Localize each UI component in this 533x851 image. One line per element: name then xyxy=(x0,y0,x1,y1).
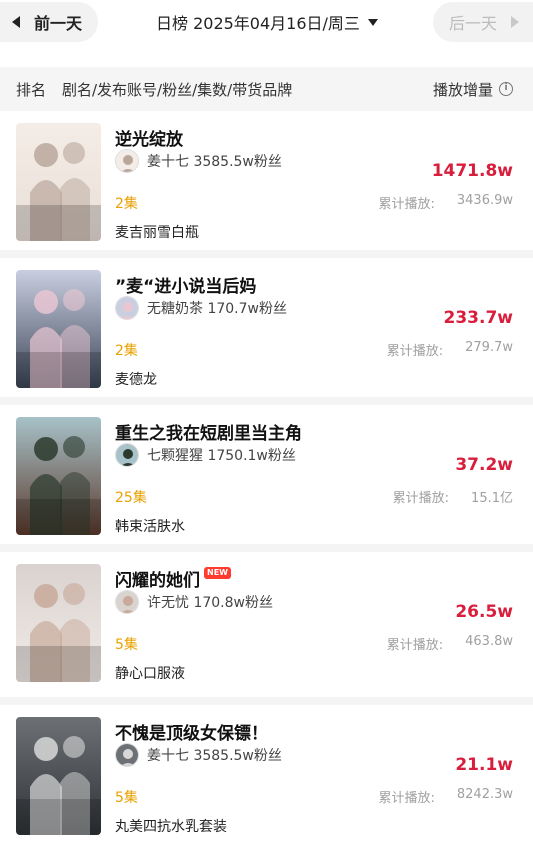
drama-poster[interactable] xyxy=(16,564,101,682)
account-name-followers: 无糖奶茶 170.7w粉丝 xyxy=(147,301,287,317)
cumulative-label: 累计播放: xyxy=(392,491,450,506)
account-row[interactable]: 姜十七 3585.5w粉丝 xyxy=(115,743,282,767)
right-arrow-icon xyxy=(511,16,520,28)
account-row[interactable]: 七颗猩猩 1750.1w粉丝 xyxy=(115,443,296,467)
dropdown-caret-icon xyxy=(367,18,378,26)
account-name-followers: 许无忧 170.8w粉丝 xyxy=(147,595,273,611)
new-badge: NEW xyxy=(204,566,231,579)
cumulative-label: 累计播放: xyxy=(386,344,444,359)
episode-count: 2集 xyxy=(115,196,138,212)
cumulative-value: 15.1亿 xyxy=(471,491,513,506)
ranking-card[interactable]: 不愧是顶级女保镖！ 姜十七 3585.5w粉丝 5集 丸美四抗水乳套装 21.1… xyxy=(0,705,533,845)
cumulative-plays: 累计播放: 3436.9w xyxy=(378,193,513,212)
drama-title[interactable]: 重生之我在短剧里当主角 xyxy=(115,419,302,444)
account-avatar[interactable] xyxy=(115,590,139,614)
drama-title[interactable]: 闪耀的她们 xyxy=(115,566,200,591)
prev-day-button[interactable]: 前一天 xyxy=(0,2,98,42)
prev-day-label: 前一天 xyxy=(34,14,83,33)
card-separator xyxy=(0,544,533,552)
brand-name: 韩束活肤水 xyxy=(115,519,185,535)
cumulative-value: 8242.3w xyxy=(456,787,513,802)
account-avatar[interactable] xyxy=(115,743,139,767)
date-nav-bar: 前一天 日榜 2025年04月16日/周三 后一天 xyxy=(0,0,533,48)
cumulative-value: 463.8w xyxy=(465,634,513,649)
next-day-button[interactable]: 后一天 xyxy=(433,2,533,42)
cumulative-label: 累计播放: xyxy=(378,197,435,212)
account-avatar[interactable] xyxy=(115,443,139,467)
play-increment: 21.1w xyxy=(455,755,513,775)
brand-name: 丸美四抗水乳套装 xyxy=(115,819,227,835)
card-separator xyxy=(0,397,533,405)
cumulative-value: 3436.9w xyxy=(456,193,513,208)
increment-column-text: 播放增量 xyxy=(433,80,494,99)
play-increment: 233.7w xyxy=(443,308,513,328)
brand-name: 麦德龙 xyxy=(115,372,157,388)
episode-count: 2集 xyxy=(115,343,138,359)
drama-poster[interactable] xyxy=(16,123,101,241)
card-separator xyxy=(0,250,533,258)
brand-name: 麦吉丽雪白瓶 xyxy=(115,225,199,241)
account-row[interactable]: 姜十七 3585.5w粉丝 xyxy=(115,149,282,173)
drama-poster[interactable] xyxy=(16,417,101,535)
cumulative-plays: 累计播放: 8242.3w xyxy=(378,787,513,806)
cumulative-plays: 累计播放: 15.1亿 xyxy=(393,487,513,506)
increment-column-label: 播放增量 i xyxy=(433,79,514,100)
episode-count: 25集 xyxy=(115,490,147,506)
account-row[interactable]: 无糖奶茶 170.7w粉丝 xyxy=(115,296,287,320)
drama-title[interactable]: ”麦“进小说当后妈 xyxy=(115,272,256,297)
info-column-label: 剧名/发布账号/粉丝/集数/带货品牌 xyxy=(62,80,293,99)
ranking-card[interactable]: ”麦“进小说当后妈 无糖奶茶 170.7w粉丝 2集 麦德龙 233.7w 累计… xyxy=(0,258,533,398)
episode-count: 5集 xyxy=(115,637,138,653)
episode-count: 5集 xyxy=(115,790,138,806)
title-row: 不愧是顶级女保镖！ xyxy=(115,719,268,744)
ranking-card[interactable]: 闪耀的她们 NEW 许无忧 170.8w粉丝 5集 静心口服液 26.5w 累计… xyxy=(0,552,533,692)
play-increment: 26.5w xyxy=(455,602,513,622)
drama-poster[interactable] xyxy=(16,717,101,835)
left-arrow-icon xyxy=(12,16,20,28)
ranking-card[interactable]: 重生之我在短剧里当主角 七颗猩猩 1750.1w粉丝 25集 韩束活肤水 37.… xyxy=(0,405,533,545)
title-row: ”麦“进小说当后妈 xyxy=(115,272,256,297)
date-selector[interactable]: 日榜 2025年04月16日/周三 xyxy=(156,10,378,34)
account-avatar[interactable] xyxy=(115,296,139,320)
account-name-followers: 姜十七 3585.5w粉丝 xyxy=(147,748,282,764)
title-row: 逆光绽放 xyxy=(115,125,183,150)
cumulative-value: 279.7w xyxy=(465,340,513,355)
account-name-followers: 姜十七 3585.5w粉丝 xyxy=(147,154,282,170)
date-label: 日榜 2025年04月16日/周三 xyxy=(156,14,360,33)
play-increment: 37.2w xyxy=(455,455,513,475)
card-separator xyxy=(0,697,533,705)
ranking-card[interactable]: 逆光绽放 姜十七 3585.5w粉丝 2集 麦吉丽雪白瓶 1471.8w 累计播… xyxy=(0,111,533,251)
next-day-label: 后一天 xyxy=(449,14,498,33)
account-row[interactable]: 许无忧 170.8w粉丝 xyxy=(115,590,273,614)
cumulative-plays: 累计播放: 463.8w xyxy=(387,634,513,653)
brand-name: 静心口服液 xyxy=(115,666,185,682)
title-row: 重生之我在短剧里当主角 xyxy=(115,419,302,444)
rank-column-label: 排名 xyxy=(16,80,47,99)
cumulative-label: 累计播放: xyxy=(386,638,444,653)
play-increment: 1471.8w xyxy=(431,161,513,181)
drama-poster[interactable] xyxy=(16,270,101,388)
cumulative-label: 累计播放: xyxy=(378,791,435,806)
info-icon[interactable]: i xyxy=(499,82,514,96)
drama-title[interactable]: 逆光绽放 xyxy=(115,125,183,150)
title-row: 闪耀的她们 NEW xyxy=(115,566,231,591)
drama-title[interactable]: 不愧是顶级女保镖！ xyxy=(115,719,268,744)
column-header: 排名 剧名/发布账号/粉丝/集数/带货品牌 播放增量 i xyxy=(0,67,533,111)
account-avatar[interactable] xyxy=(115,149,139,173)
account-name-followers: 七颗猩猩 1750.1w粉丝 xyxy=(147,448,296,464)
cumulative-plays: 累计播放: 279.7w xyxy=(387,340,513,359)
